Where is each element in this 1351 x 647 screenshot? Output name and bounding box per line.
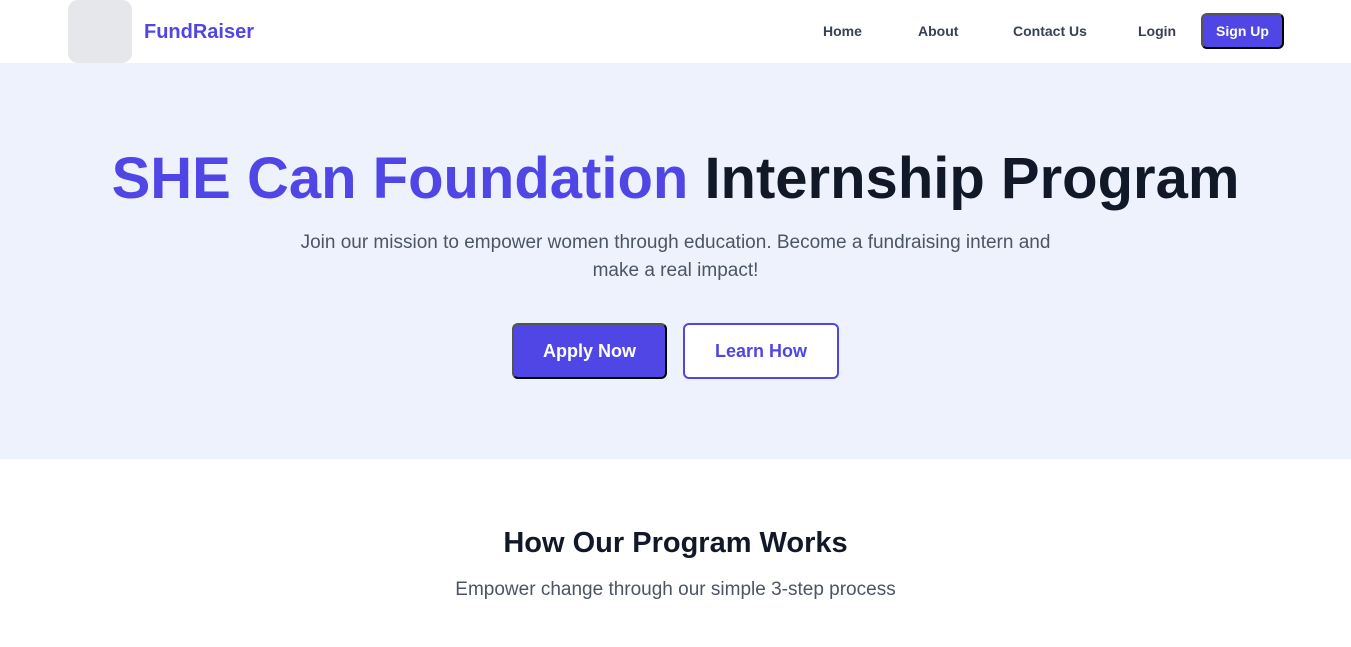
logo-placeholder[interactable] [68, 0, 132, 63]
brand-name[interactable]: FundRaiser [144, 19, 254, 45]
hero-subtitle: Join our mission to empower women throug… [300, 232, 1051, 281]
nav-link-about[interactable]: About [918, 22, 958, 40]
hero-title-accent: SHE Can Foundation [111, 146, 689, 211]
navbar: FundRaiser Home About Contact Us Login S… [0, 0, 1351, 63]
hero-section: SHE Can Foundation Internship Program Jo… [0, 63, 1351, 459]
learn-how-button[interactable]: Learn How [683, 323, 839, 379]
hero-title-rest: Internship Program [688, 146, 1240, 211]
nav-link-home[interactable]: Home [823, 22, 862, 40]
nav-link-contact[interactable]: Contact Us [1013, 22, 1087, 40]
hero-title: SHE Can Foundation Internship Program [0, 147, 1351, 211]
apply-now-button[interactable]: Apply Now [512, 323, 667, 379]
section-title: How Our Program Works [503, 527, 848, 559]
signup-button[interactable]: Sign Up [1201, 13, 1284, 49]
section-subtitle: Empower change through our simple 3-step… [455, 579, 896, 600]
nav-link-login[interactable]: Login [1138, 22, 1176, 40]
